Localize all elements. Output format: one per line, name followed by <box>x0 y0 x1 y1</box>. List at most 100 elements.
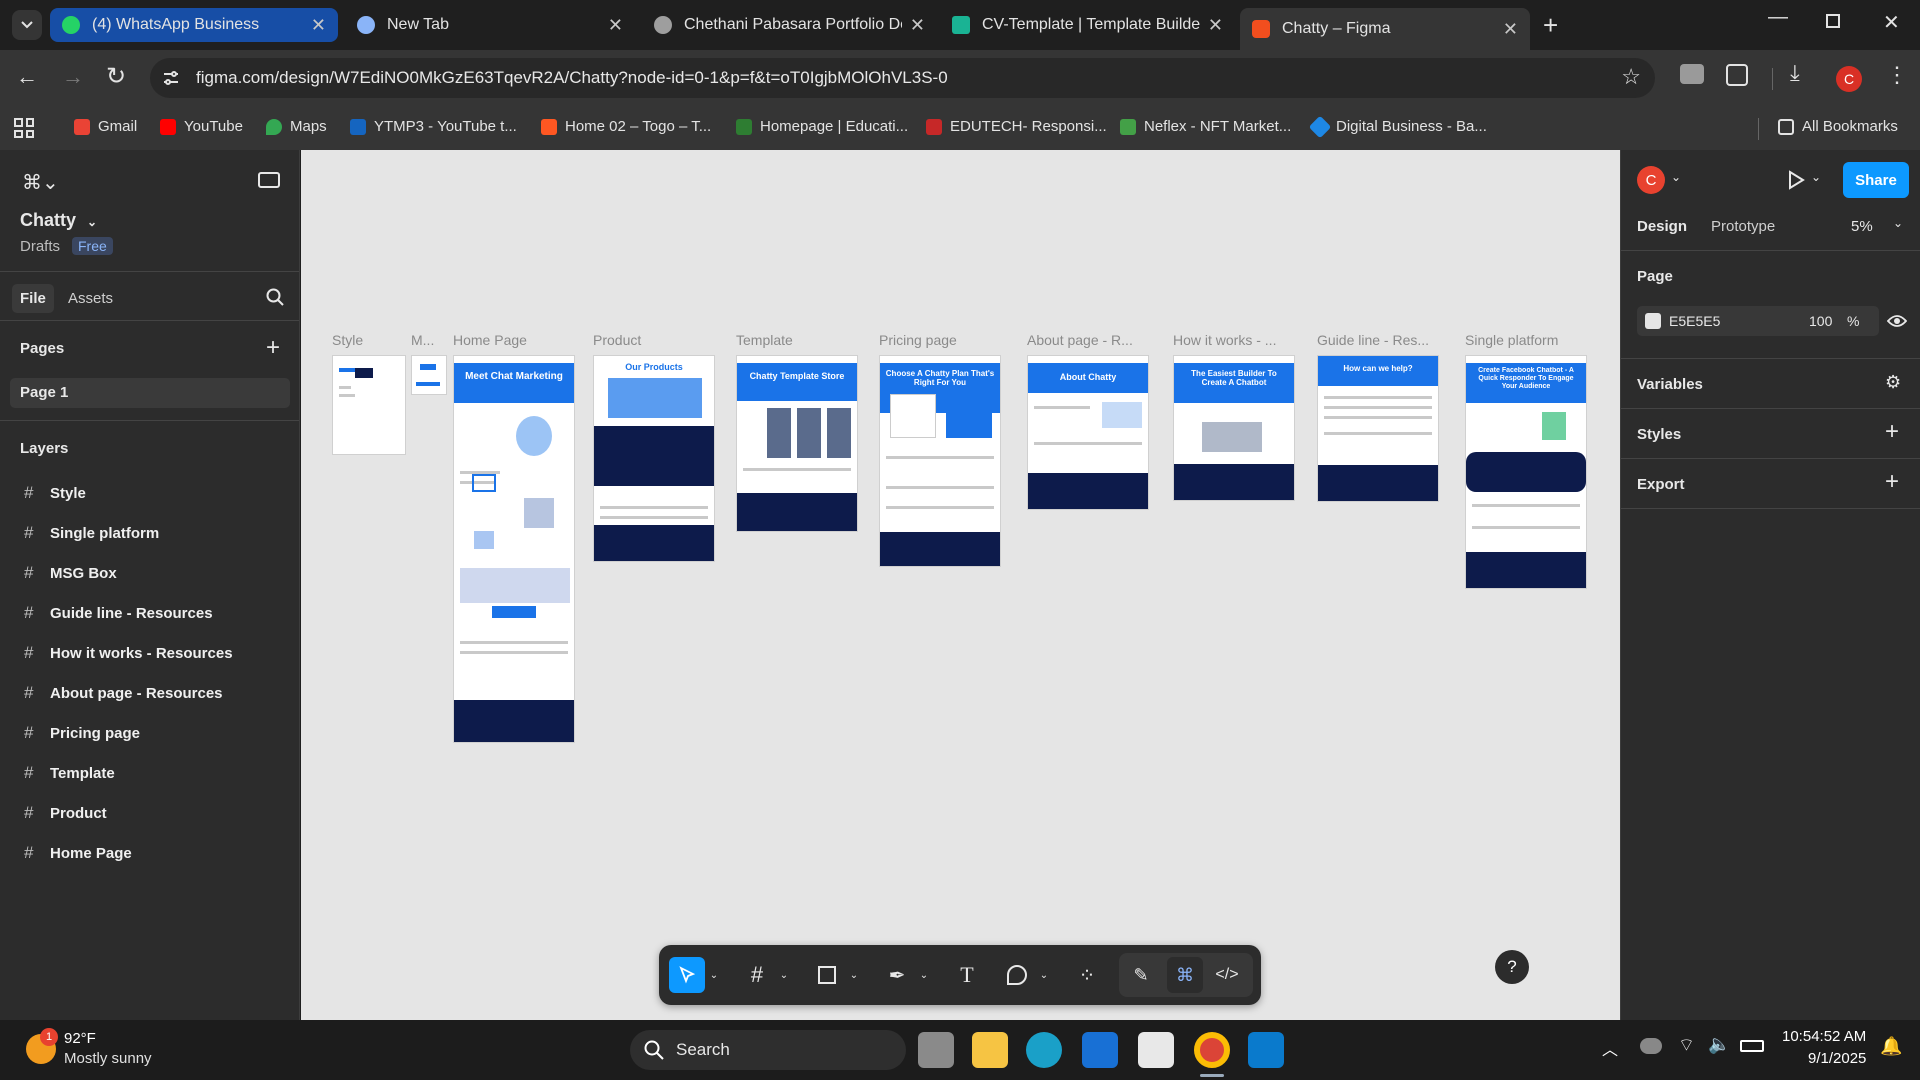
restore-button[interactable] <box>1826 14 1840 28</box>
battery-icon[interactable] <box>1740 1040 1764 1052</box>
edge-icon[interactable] <box>1026 1032 1062 1068</box>
url-bar[interactable]: figma.com/design/W7EdiNO0MkGzE63TqevR2A/… <box>150 58 1655 98</box>
weather-text[interactable]: Mostly sunny <box>64 1050 152 1067</box>
all-bookmarks[interactable]: All Bookmarks <box>1778 118 1898 135</box>
camera-icon[interactable] <box>1680 64 1704 84</box>
export-heading[interactable]: Export <box>1637 476 1685 493</box>
user-avatar[interactable]: C <box>1637 166 1665 194</box>
layer-msg-box[interactable]: # MSG Box <box>24 563 117 583</box>
play-icon[interactable] <box>1787 170 1805 190</box>
download-icon[interactable]: ⤓ <box>1790 60 1800 86</box>
frame-label[interactable]: Template <box>736 332 856 348</box>
bookmark-youtube[interactable]: YouTube <box>160 118 243 135</box>
chevron-down-icon[interactable]: ⌄ <box>1671 170 1681 184</box>
layer-how-it-works[interactable]: # How it works - Resources <box>24 643 233 663</box>
design-mode-icon[interactable]: ⌘ <box>1167 957 1203 993</box>
add-export-button[interactable]: + <box>1885 468 1899 496</box>
layer-about-page[interactable]: # About page - Resources <box>24 683 223 703</box>
bookmark-gmail[interactable]: Gmail <box>74 118 137 135</box>
tab-cv-template[interactable]: CV-Template | Template Builder ✕ <box>940 8 1235 42</box>
figma-canvas[interactable]: Style M... Home Page Product Template Pr… <box>301 150 1620 1020</box>
frame-pricing[interactable]: Choose A Chatty Plan That's Right For Yo… <box>879 355 1001 567</box>
apps-icon[interactable] <box>14 118 34 138</box>
minimize-button[interactable]: — <box>1768 6 1788 29</box>
bookmark-educati[interactable]: Homepage | Educati... <box>736 118 908 135</box>
bookmark-ytmp3[interactable]: YTMP3 - YouTube t... <box>350 118 517 135</box>
frame-home-page[interactable]: Meet Chat Marketing <box>453 355 575 743</box>
chevron-down-icon[interactable]: ⌄ <box>707 957 721 993</box>
close-icon[interactable]: ✕ <box>608 15 623 36</box>
layer-template[interactable]: # Template <box>24 763 115 783</box>
close-icon[interactable]: ✕ <box>311 15 326 36</box>
frame-product[interactable]: Our Products <box>593 355 715 562</box>
frame-single-platform[interactable]: Create Facebook Chatbot - A Quick Respon… <box>1465 355 1587 589</box>
bookmark-togo[interactable]: Home 02 – Togo – T... <box>541 118 711 135</box>
eye-icon[interactable] <box>1887 313 1907 329</box>
url-text[interactable]: figma.com/design/W7EdiNO0MkGzE63TqevR2A/… <box>196 68 948 88</box>
tab-whatsapp[interactable]: (4) WhatsApp Business ✕ <box>50 8 338 42</box>
add-page-button[interactable]: + <box>266 334 280 362</box>
chevron-down-icon[interactable]: ⌄ <box>917 957 931 993</box>
rectangle-tool[interactable] <box>809 957 845 993</box>
tab-portfolio[interactable]: Chethani Pabasara Portfolio De ✕ <box>642 8 937 42</box>
file-explorer-icon[interactable] <box>972 1032 1008 1068</box>
share-button[interactable]: Share <box>1843 162 1909 198</box>
pen-tool[interactable]: ✒ <box>879 957 915 993</box>
layer-style[interactable]: # Style <box>24 483 86 503</box>
close-icon[interactable]: ✕ <box>1503 19 1518 40</box>
zoom-level[interactable]: 5% <box>1851 218 1873 235</box>
color-swatch[interactable] <box>1645 313 1661 329</box>
frame-label[interactable]: Home Page <box>453 332 573 348</box>
star-icon[interactable]: ☆ <box>1621 64 1641 90</box>
chevron-down-icon[interactable]: ⌄ <box>1037 957 1051 993</box>
frame-label[interactable]: Product <box>593 332 713 348</box>
close-window-button[interactable]: ✕ <box>1883 10 1900 35</box>
frame-label[interactable]: How it works - ... <box>1173 332 1295 348</box>
chevron-down-icon[interactable]: ⌄ <box>1893 216 1903 230</box>
frame-label[interactable]: Style <box>332 332 392 348</box>
drafts-label[interactable]: Drafts <box>20 238 60 255</box>
bookmark-edutech[interactable]: EDUTECH- Responsi... <box>926 118 1107 135</box>
chevron-up-icon[interactable]: ︿ <box>1602 1036 1618 1060</box>
cloud-icon[interactable] <box>1640 1038 1662 1054</box>
back-button[interactable]: ← <box>16 64 38 90</box>
move-tool[interactable] <box>669 957 705 993</box>
frame-msg-box[interactable] <box>411 355 447 395</box>
frame-label[interactable]: Guide line - Res... <box>1317 332 1439 348</box>
file-name[interactable]: Chatty ⌄ <box>20 210 97 231</box>
frame-label[interactable]: Pricing page <box>879 332 999 348</box>
outlook-icon[interactable] <box>1082 1032 1118 1068</box>
figma-menu-icon[interactable]: ⌘⌄ <box>22 170 59 195</box>
new-tab-button[interactable]: + <box>1543 10 1558 41</box>
comment-tool[interactable] <box>999 957 1035 993</box>
task-view-icon[interactable] <box>918 1032 954 1068</box>
chevron-down-icon[interactable]: ⌄ <box>847 957 861 993</box>
frame-tool[interactable]: # <box>739 957 775 993</box>
bookmark-maps[interactable]: Maps <box>266 118 327 135</box>
extensions-icon[interactable] <box>1726 64 1748 86</box>
background-opacity[interactable]: 100 <box>1809 313 1832 329</box>
frame-template[interactable]: Chatty Template Store <box>736 355 858 532</box>
menu-icon[interactable]: ⋮ <box>1886 62 1908 88</box>
store-icon[interactable] <box>1138 1032 1174 1068</box>
tab-design[interactable]: Design <box>1637 218 1687 235</box>
tab-search-button[interactable] <box>12 10 42 40</box>
vscode-icon[interactable] <box>1248 1032 1284 1068</box>
tab-assets[interactable]: Assets <box>68 290 113 307</box>
background-hex[interactable]: E5E5E5 <box>1669 313 1720 329</box>
add-style-button[interactable]: + <box>1885 418 1899 446</box>
frame-guide-line[interactable]: How can we help? <box>1317 355 1439 502</box>
layer-pricing-page[interactable]: # Pricing page <box>24 723 140 743</box>
page-item-page-1[interactable]: Page 1 <box>10 378 290 408</box>
tab-figma[interactable]: Chatty – Figma ✕ <box>1240 8 1530 50</box>
close-icon[interactable]: ✕ <box>1208 15 1223 36</box>
site-settings-icon[interactable] <box>162 70 180 86</box>
frame-about[interactable]: About Chatty <box>1027 355 1149 510</box>
windows-start-icon[interactable] <box>582 1032 618 1068</box>
forward-button[interactable]: → <box>62 64 84 90</box>
frame-style[interactable] <box>332 355 406 455</box>
text-tool[interactable]: T <box>949 957 985 993</box>
chevron-down-icon[interactable]: ⌄ <box>1811 170 1821 184</box>
layer-home-page[interactable]: # Home Page <box>24 843 132 863</box>
weather-temp[interactable]: 92°F <box>64 1030 96 1047</box>
